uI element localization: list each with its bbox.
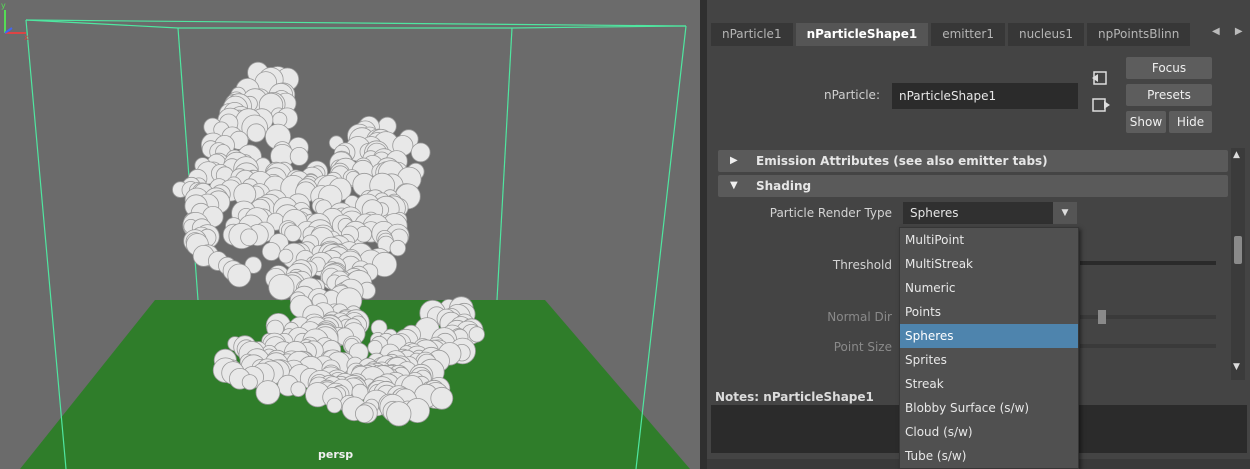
section-emission-attributes[interactable]: ▶ Emission Attributes (see also emitter …	[718, 150, 1228, 172]
scroll-down-icon[interactable]: ▼	[1233, 362, 1240, 372]
camera-label: persp	[318, 448, 354, 461]
particle-sphere	[389, 239, 407, 257]
load-input-icon[interactable]	[1091, 70, 1111, 86]
particle-render-type-label: Particle Render Type	[769, 206, 892, 220]
option-tube[interactable]: Tube (s/w)	[900, 444, 1078, 468]
axis-x-label: x	[24, 33, 29, 40]
normal-dir-slider-handle[interactable]	[1098, 310, 1106, 324]
section-shading-label: Shading	[756, 179, 812, 193]
particle-sphere	[241, 374, 258, 391]
section-shading[interactable]: ▼ Shading	[718, 175, 1228, 197]
tab-emitter1[interactable]: emitter1	[931, 23, 1005, 46]
particle-sphere	[268, 273, 295, 301]
option-streak[interactable]: Streak	[900, 372, 1078, 396]
threshold-slider[interactable]	[1080, 261, 1216, 265]
particle-sphere	[227, 263, 252, 288]
presets-button[interactable]: Presets	[1126, 84, 1212, 106]
node-tabs: nParticle1 nParticleShape1 emitter1 nucl…	[711, 23, 1193, 46]
option-sprites[interactable]: Sprites	[900, 348, 1078, 372]
3d-viewport[interactable]: y x persp	[0, 0, 700, 469]
show-button[interactable]: Show	[1126, 111, 1166, 133]
node-name-field[interactable]: nParticleShape1	[892, 83, 1078, 109]
point-size-label: Point Size	[833, 340, 892, 354]
particle-sphere	[290, 381, 307, 398]
load-output-icon[interactable]	[1091, 97, 1111, 113]
threshold-label: Threshold	[832, 258, 892, 272]
tab-nparticleshape1[interactable]: nParticleShape1	[795, 23, 929, 46]
option-points[interactable]: Points	[900, 300, 1078, 324]
tab-nucleus1[interactable]: nucleus1	[1007, 23, 1084, 46]
particle-render-type-value: Spheres	[910, 206, 959, 220]
axis-gizmo: y x	[1, 1, 29, 40]
viewport-scene	[20, 19, 690, 469]
option-multipoint[interactable]: MultiPoint	[900, 228, 1078, 252]
collapsed-triangle-icon: ▶	[730, 155, 738, 166]
point-size-slider[interactable]	[1080, 344, 1216, 348]
tab-nppointsblinn[interactable]: npPointsBlinn	[1087, 23, 1191, 46]
particle-render-type-select[interactable]: Spheres ▼	[903, 202, 1077, 224]
particle-sphere	[468, 326, 485, 343]
particle-sphere	[240, 228, 258, 247]
particle-sphere	[410, 142, 431, 163]
particle-sphere	[289, 146, 309, 166]
node-name-label: nParticle:	[824, 88, 880, 102]
axis-y-label: y	[1, 1, 6, 10]
particle-sphere	[246, 123, 266, 143]
notes-label: Notes: nParticleShape1	[715, 390, 874, 404]
chevron-down-icon: ▼	[1053, 202, 1077, 224]
option-numeric[interactable]: Numeric	[900, 276, 1078, 300]
scroll-thumb[interactable]	[1234, 236, 1242, 264]
particle-sphere	[386, 401, 412, 427]
normal-dir-label: Normal Dir	[827, 310, 892, 324]
particle-cloud	[172, 61, 485, 427]
tab-nparticle1[interactable]: nParticle1	[711, 23, 793, 46]
particle-sphere	[278, 248, 294, 264]
expanded-triangle-icon: ▼	[730, 180, 738, 191]
scroll-up-icon[interactable]: ▲	[1233, 150, 1240, 160]
attribute-scrollbar[interactable]: ▲ ▼	[1231, 148, 1245, 380]
panel-divider[interactable]	[700, 0, 707, 469]
option-spheres[interactable]: Spheres	[900, 324, 1078, 348]
focus-button[interactable]: Focus	[1126, 57, 1212, 79]
option-cloud[interactable]: Cloud (s/w)	[900, 420, 1078, 444]
particle-sphere	[326, 397, 343, 414]
section-emission-label: Emission Attributes (see also emitter ta…	[756, 154, 1048, 168]
particle-sphere	[430, 386, 454, 410]
render-type-dropdown-list: MultiPoint MultiStreak Numeric Points Sp…	[899, 227, 1079, 469]
option-blobby-surface[interactable]: Blobby Surface (s/w)	[900, 396, 1078, 420]
particle-sphere	[367, 339, 383, 355]
particle-sphere	[255, 380, 281, 405]
hide-button[interactable]: Hide	[1169, 111, 1212, 133]
particle-sphere	[261, 242, 281, 261]
option-multistreak[interactable]: MultiStreak	[900, 252, 1078, 276]
tab-scroll-arrows[interactable]: ◀ ▶	[1212, 26, 1249, 37]
particle-sphere	[354, 404, 374, 424]
